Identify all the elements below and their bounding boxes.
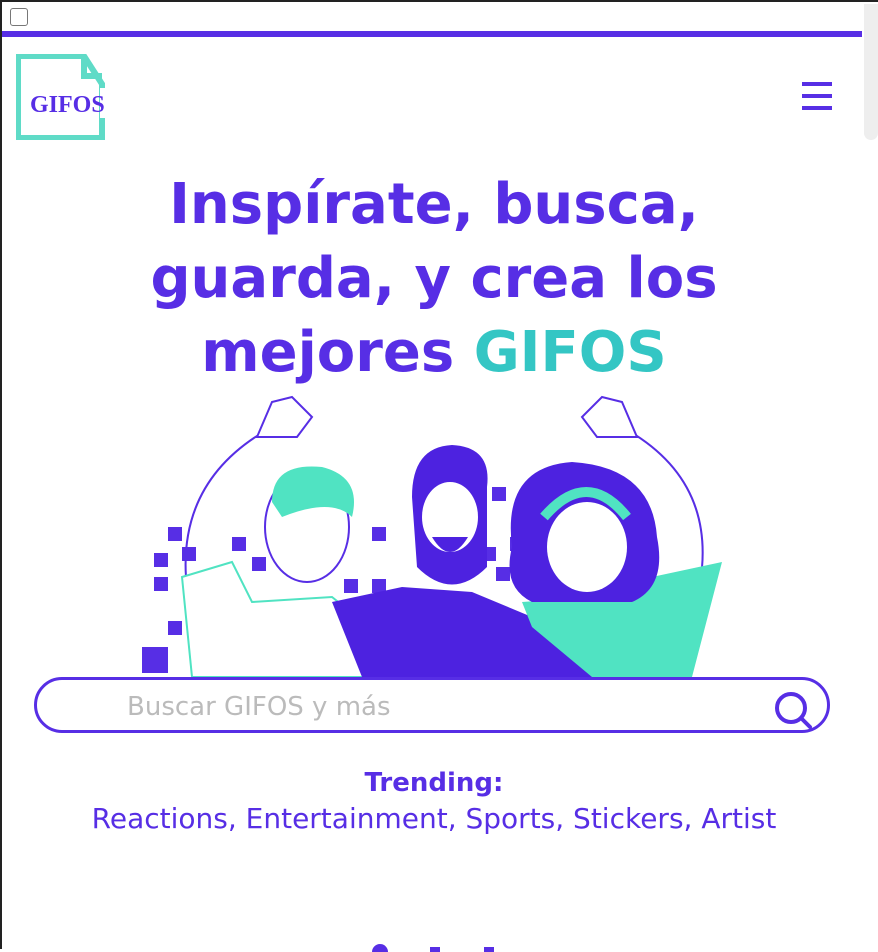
hamburger-menu-button[interactable] xyxy=(802,82,834,114)
menu-icon-bar xyxy=(802,94,832,98)
hero-line-1: Inspírate, busca, xyxy=(169,172,699,237)
search-input[interactable] xyxy=(125,690,749,724)
menu-icon-bar xyxy=(802,106,832,110)
menu-toggle-checkbox[interactable] xyxy=(10,8,28,26)
logo-text: GIFOS xyxy=(30,92,105,118)
menu-icon xyxy=(802,82,832,86)
hero-line-3: mejores xyxy=(201,320,474,385)
hero-accent: GIFOS xyxy=(473,320,667,385)
top-accent-bar xyxy=(2,31,862,37)
trending-title: Trending: xyxy=(364,768,504,798)
scrollbar[interactable] xyxy=(864,4,878,140)
section-heading-partial xyxy=(372,944,494,952)
hero-line-2: guarda, y crea los xyxy=(150,246,718,311)
logo[interactable]: GIFOS xyxy=(15,53,108,141)
hero-title: Inspírate, busca, guarda, y crea los mej… xyxy=(2,168,866,390)
search-icon[interactable] xyxy=(773,690,813,730)
search-bar xyxy=(34,677,830,733)
hero-illustration xyxy=(142,395,722,677)
trending-topics[interactable]: Reactions, Entertainment, Sports, Sticke… xyxy=(2,802,866,835)
